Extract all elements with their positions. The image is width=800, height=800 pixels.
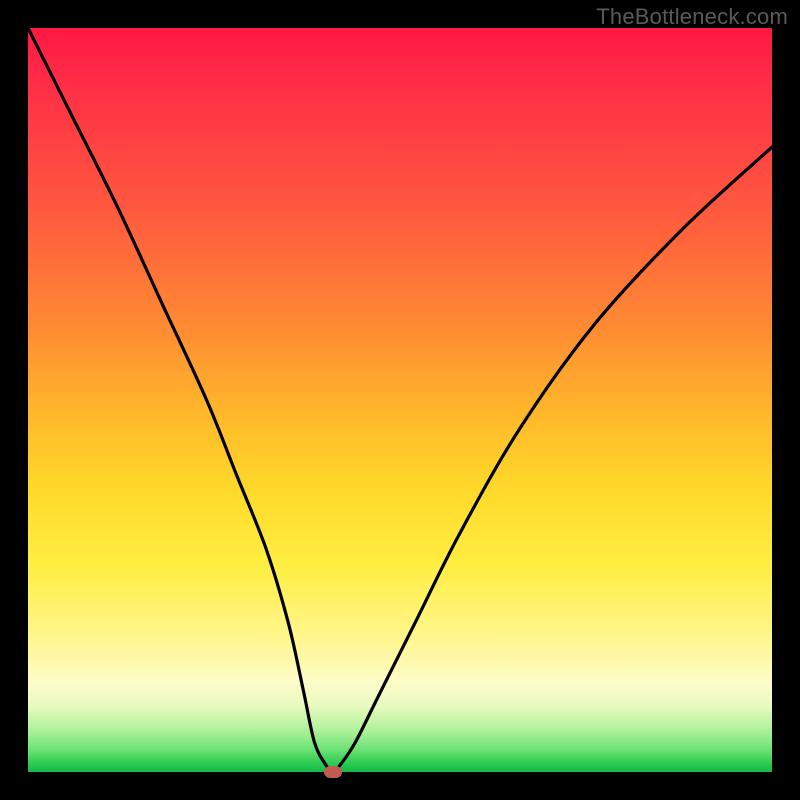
bottleneck-curve [28,28,772,772]
chart-frame: TheBottleneck.com [0,0,800,800]
watermark-text: TheBottleneck.com [596,4,788,30]
minimum-marker [324,766,342,778]
plot-area [28,28,772,772]
